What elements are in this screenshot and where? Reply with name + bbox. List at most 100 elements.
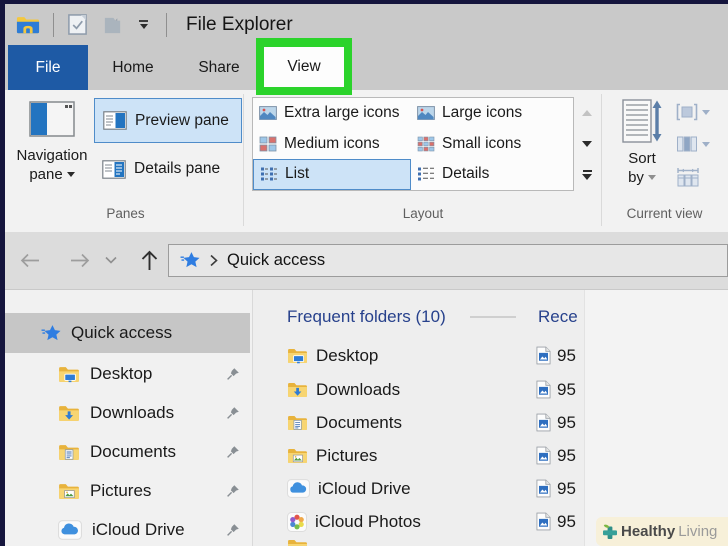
add-columns-icon [676, 135, 698, 153]
sidebar-item-label: Quick access [71, 323, 173, 342]
layout-option-extra-large-icons[interactable]: Extra large icons [253, 98, 411, 129]
sidebar-item-pictures[interactable]: Pictures [5, 471, 252, 510]
chevron-down-icon [702, 141, 710, 147]
medium-icons-icon [259, 136, 277, 152]
frequent-item-downloads[interactable]: Downloads [287, 373, 537, 406]
frequent-item-clipped [287, 537, 327, 546]
size-all-columns-button[interactable] [676, 163, 722, 191]
downloads-folder-icon [287, 380, 308, 399]
gallery-scrollbar [578, 99, 596, 189]
size-columns-icon [676, 167, 700, 187]
tab-file[interactable]: File [8, 45, 88, 90]
frequent-folders-header[interactable]: Frequent folders (10) [287, 307, 446, 327]
title-bar: File Explorer [5, 4, 728, 45]
gallery-more-button[interactable] [578, 161, 596, 189]
large-icons-icon [417, 106, 435, 120]
highlight-box: View [256, 38, 352, 95]
address-bar[interactable]: Quick access [168, 244, 728, 277]
gallery-scroll-up-button[interactable] [578, 99, 596, 127]
sidebar-item-downloads[interactable]: Downloads [5, 393, 252, 432]
pin-icon [226, 484, 240, 498]
tab-home[interactable]: Home [98, 45, 168, 90]
recent-file-row[interactable]: 95 [536, 472, 585, 505]
frequent-item-label: Documents [316, 412, 402, 432]
icloud-photos-icon [287, 512, 307, 532]
triangle-down-icon [582, 141, 592, 147]
recent-locations-button[interactable] [100, 250, 122, 270]
preview-pane-button[interactable]: Preview pane [94, 98, 242, 143]
watermark: Healthy Living [596, 517, 728, 546]
documents-folder-icon [58, 442, 80, 462]
properties-button[interactable] [63, 13, 92, 36]
chevron-down-icon [702, 109, 710, 115]
file-explorer-window: File Explorer File Home Share View Navig… [0, 0, 728, 546]
new-folder-button[interactable] [98, 14, 127, 35]
recent-file-row[interactable]: 95 [536, 505, 585, 538]
list-view-icon [260, 166, 278, 182]
customize-quick-access-toolbar-button[interactable] [135, 20, 152, 29]
layout-option-details[interactable]: Details [411, 159, 573, 190]
details-pane-icon [102, 160, 126, 179]
layout-option-label: List [285, 165, 310, 183]
small-icons-icon [417, 136, 435, 152]
gray-folder-icon [102, 14, 123, 35]
frequent-item-pictures[interactable]: Pictures [287, 439, 537, 472]
frequent-item-icloud-drive[interactable]: iCloud Drive [287, 472, 537, 505]
frequent-item-label: Pictures [316, 445, 378, 465]
recent-file-row[interactable]: 95 [536, 406, 585, 439]
group-by-button[interactable] [676, 99, 722, 125]
layout-option-label: Small icons [442, 134, 522, 152]
preview-pane-label: Preview pane [135, 111, 229, 129]
sidebar-item-quick-access[interactable]: Quick access [5, 313, 250, 353]
layout-option-medium-icons[interactable]: Medium icons [253, 129, 411, 160]
sort-by-button[interactable]: Sort by [612, 95, 672, 199]
app-folder-icon [12, 14, 44, 35]
header-rule [470, 316, 516, 318]
sidebar-item-label: Pictures [90, 480, 152, 500]
icloud-drive-icon [287, 479, 310, 498]
frequent-item-label: Downloads [316, 379, 401, 399]
tab-view[interactable]: View [264, 46, 344, 87]
recent-file-row[interactable]: 95 [536, 439, 585, 472]
navigation-pane-button[interactable]: Navigation pane [12, 95, 92, 197]
recent-files-header[interactable]: Rece [538, 307, 578, 327]
breadcrumb-chevron-icon [210, 254, 218, 267]
frequent-item-label: iCloud Photos [315, 511, 421, 531]
back-button[interactable] [14, 246, 46, 274]
details-pane-label: Details pane [134, 160, 221, 177]
frequent-item-label: Desktop [316, 345, 379, 365]
recent-file-label: 95 [557, 511, 576, 531]
details-pane-button[interactable]: Details pane [94, 148, 250, 190]
layout-option-large-icons[interactable]: Large icons [411, 98, 573, 129]
pictures-folder-icon [287, 446, 308, 465]
downloads-folder-icon [58, 403, 80, 423]
quick-access-star-icon [180, 251, 201, 270]
tab-share[interactable]: Share [184, 45, 254, 90]
sidebar-item-desktop[interactable]: Desktop [5, 354, 252, 393]
recent-file-label: 95 [557, 478, 576, 498]
sidebar-item-documents[interactable]: Documents [5, 432, 252, 471]
chevron-down-icon [105, 256, 117, 264]
frequent-item-documents[interactable]: Documents [287, 406, 537, 439]
frequent-item-icloud-photos[interactable]: iCloud Photos [287, 505, 537, 538]
add-columns-button[interactable] [676, 128, 722, 160]
recent-file-label: 95 [557, 345, 576, 365]
recent-file-row[interactable]: 95 [536, 339, 585, 372]
recent-file-row[interactable]: 95 [536, 373, 585, 406]
layout-option-small-icons[interactable]: Small icons [411, 129, 573, 160]
healthy-living-cross-icon [603, 524, 617, 539]
image-file-icon [536, 479, 551, 498]
sidebar-item-icloud-drive[interactable]: iCloud Drive [5, 510, 252, 546]
layout-option-list[interactable]: List [253, 159, 411, 190]
gallery-scroll-down-button[interactable] [578, 130, 596, 158]
breadcrumb-location: Quick access [227, 251, 326, 269]
pin-icon [226, 523, 240, 537]
pin-icon [226, 367, 240, 381]
forward-button[interactable] [64, 246, 96, 274]
up-button[interactable] [134, 244, 164, 276]
pin-icon [226, 445, 240, 459]
desktop-folder-icon [287, 346, 308, 365]
chevron-down-icon [66, 172, 75, 177]
frequent-item-desktop[interactable]: Desktop [287, 339, 537, 372]
details-view-icon [417, 166, 435, 182]
